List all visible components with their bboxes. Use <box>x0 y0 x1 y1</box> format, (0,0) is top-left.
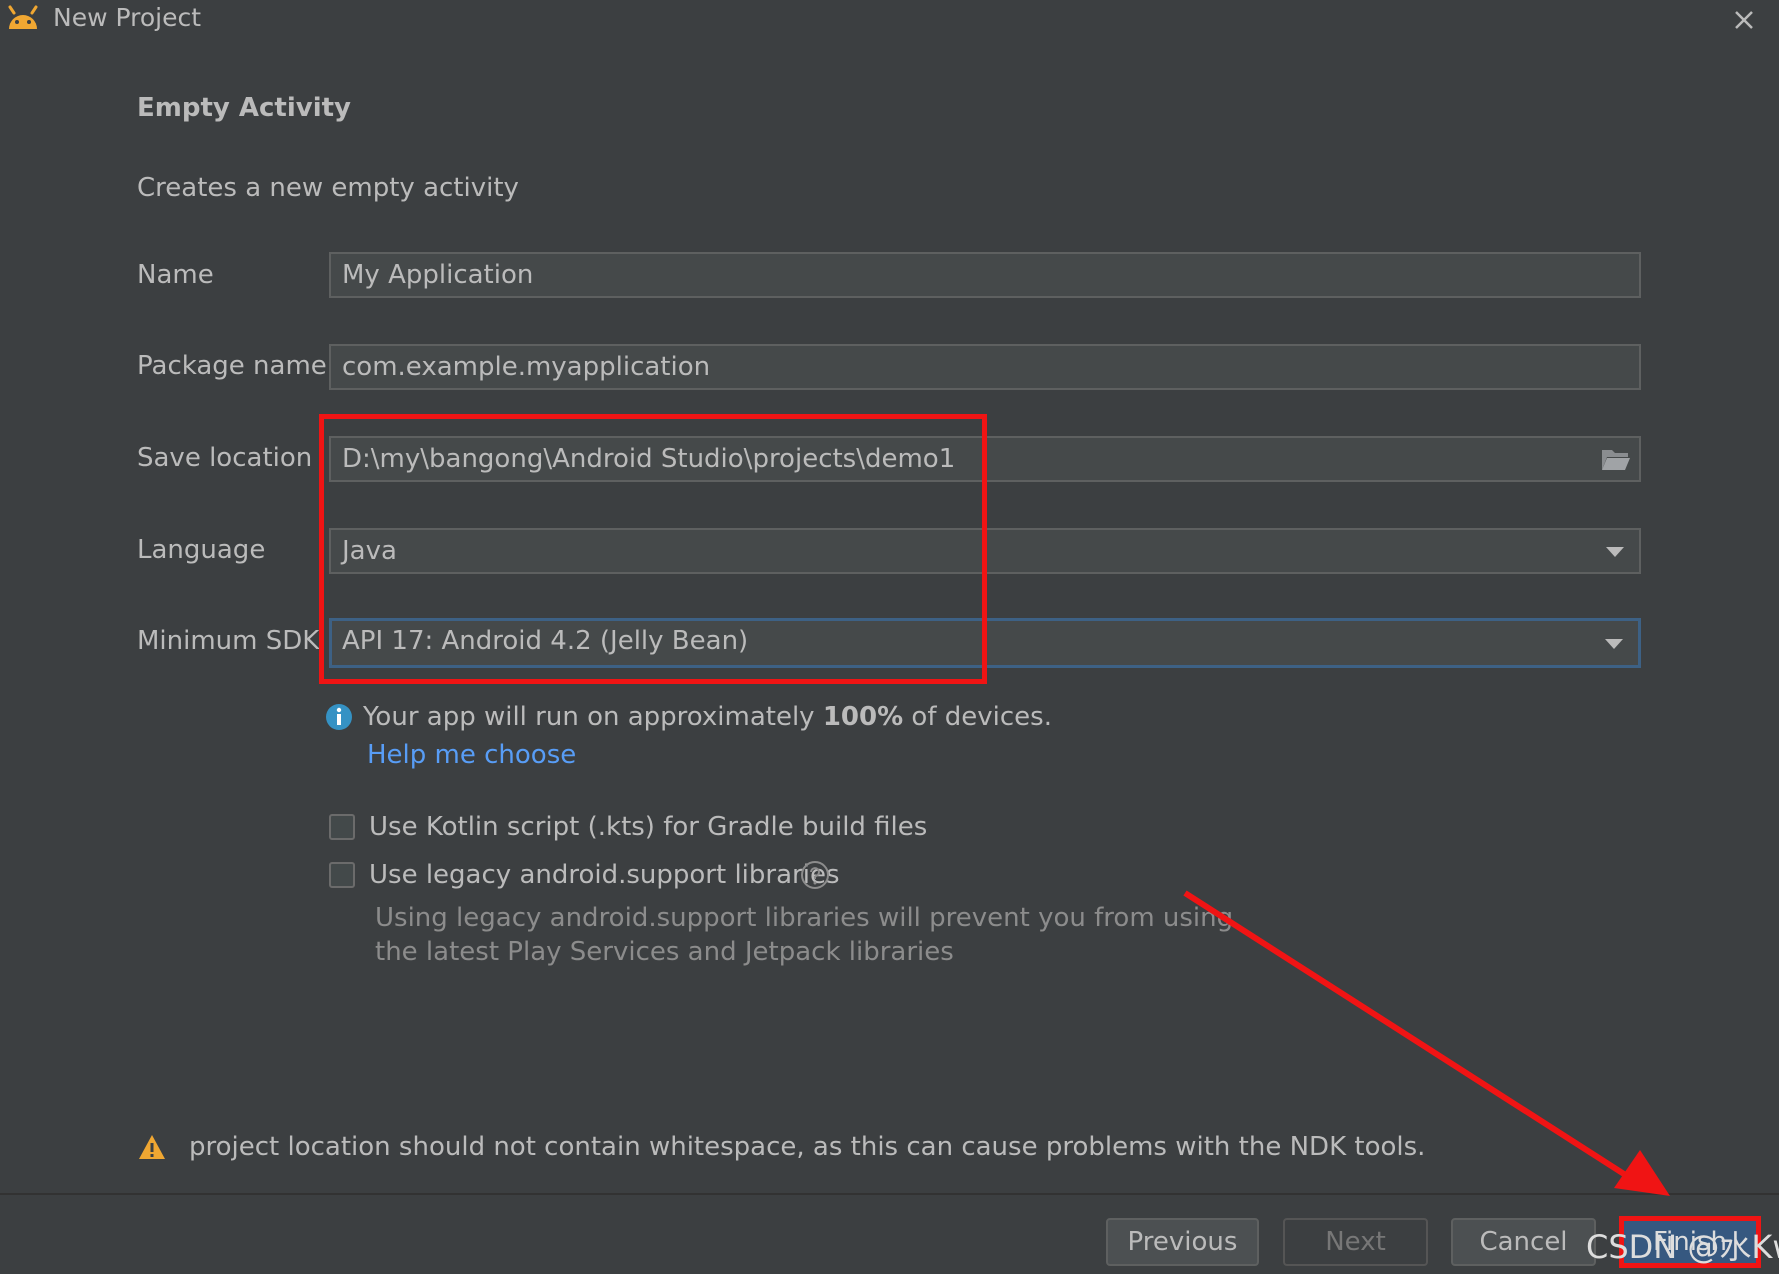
language-value: Java <box>342 536 397 566</box>
chevron-down-icon <box>1605 639 1623 649</box>
minimum-sdk-value: API 17: Android 4.2 (Jelly Bean) <box>342 626 749 656</box>
name-value: My Application <box>342 260 534 290</box>
close-icon[interactable] <box>1728 4 1760 36</box>
minimum-sdk-select[interactable]: API 17: Android 4.2 (Jelly Bean) <box>329 618 1641 668</box>
name-field[interactable]: My Application <box>329 252 1641 298</box>
window-title: New Project <box>53 3 202 32</box>
previous-button[interactable]: Previous <box>1106 1218 1259 1266</box>
save-location-label: Save location <box>137 443 313 473</box>
legacy-hint-line2: the latest Play Services and Jetpack lib… <box>375 937 954 967</box>
chevron-down-icon <box>1606 547 1624 557</box>
help-me-choose-link[interactable]: Help me choose <box>367 740 576 770</box>
legacy-support-label: Use legacy android.support libraries <box>369 860 840 890</box>
package-name-label: Package name <box>137 351 327 381</box>
folder-icon[interactable] <box>1601 446 1631 472</box>
language-select[interactable]: Java <box>329 528 1641 574</box>
package-name-value: com.example.myapplication <box>342 352 711 382</box>
info-icon <box>326 704 352 730</box>
legacy-hint-line1: Using legacy android.support libraries w… <box>375 903 1234 933</box>
legacy-support-checkbox[interactable] <box>329 862 355 888</box>
new-project-dialog: New Project Empty Activity Creates a new… <box>0 0 1779 1274</box>
template-heading: Empty Activity <box>137 93 352 123</box>
template-description: Creates a new empty activity <box>137 173 519 203</box>
device-coverage-text: Your app will run on approximately 100% … <box>363 702 1052 732</box>
kotlin-dsl-checkbox[interactable] <box>329 814 355 840</box>
kotlin-dsl-label: Use Kotlin script (.kts) for Gradle buil… <box>369 812 928 842</box>
footer-divider <box>0 1193 1779 1195</box>
save-location-field[interactable]: D:\my\bangong\Android Studio\projects\de… <box>329 436 1641 482</box>
package-name-field[interactable]: com.example.myapplication <box>329 344 1641 390</box>
device-coverage-percent: 100% <box>822 702 904 732</box>
language-label: Language <box>137 535 266 565</box>
title-bar: New Project <box>0 0 1779 40</box>
warning-icon <box>139 1135 165 1159</box>
android-icon <box>8 5 38 29</box>
help-icon[interactable] <box>800 860 830 890</box>
warning-text: project location should not contain whit… <box>189 1132 1426 1162</box>
finish-button[interactable]: Finish <box>1621 1218 1759 1266</box>
next-button[interactable]: Next <box>1283 1218 1428 1266</box>
minimum-sdk-label: Minimum SDK <box>137 626 320 656</box>
save-location-value: D:\my\bangong\Android Studio\projects\de… <box>342 444 956 474</box>
name-label: Name <box>137 260 214 290</box>
cancel-button[interactable]: Cancel <box>1451 1218 1596 1266</box>
